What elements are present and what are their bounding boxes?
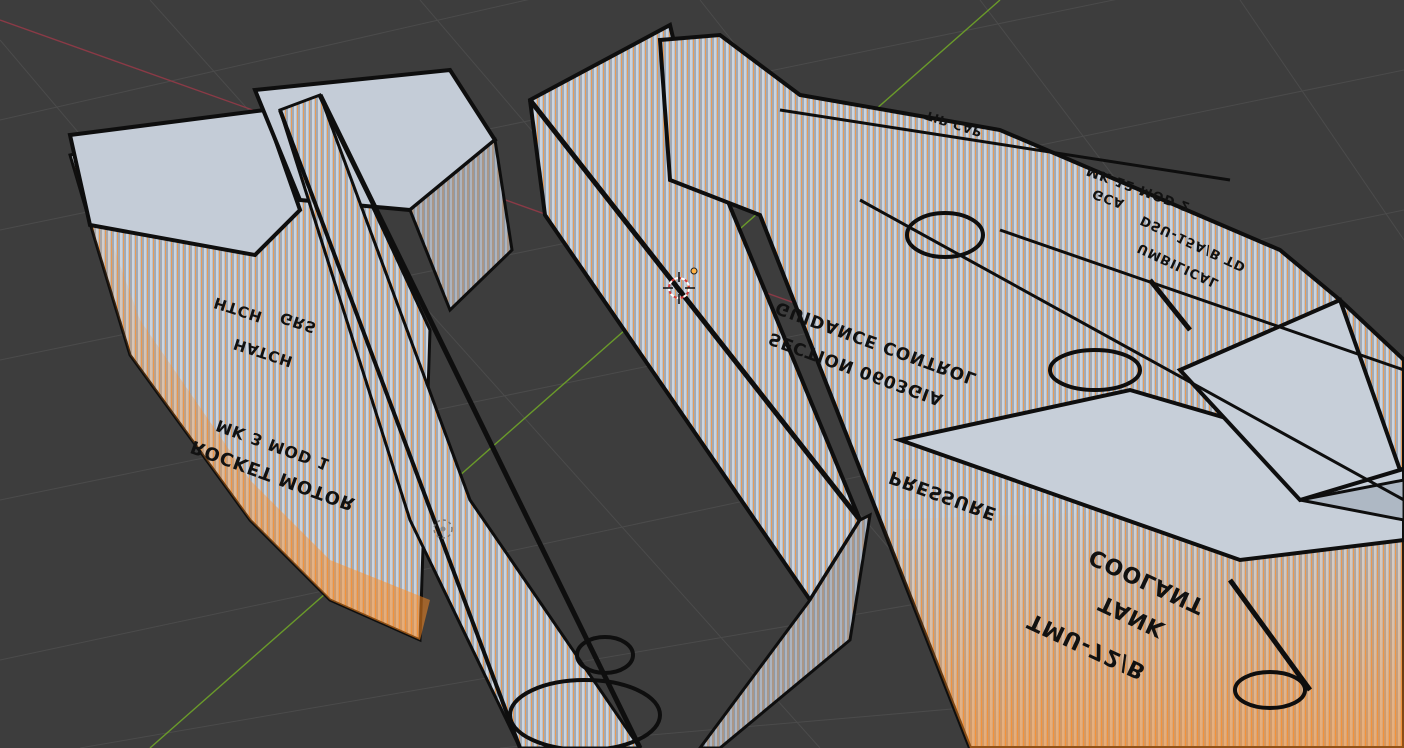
3d-viewport[interactable]: HATCH GRS HTCH MK 3 MOD 1 ROCKET MOTOR G… <box>0 0 1404 748</box>
origin-pivot-icon[interactable] <box>690 267 698 275</box>
